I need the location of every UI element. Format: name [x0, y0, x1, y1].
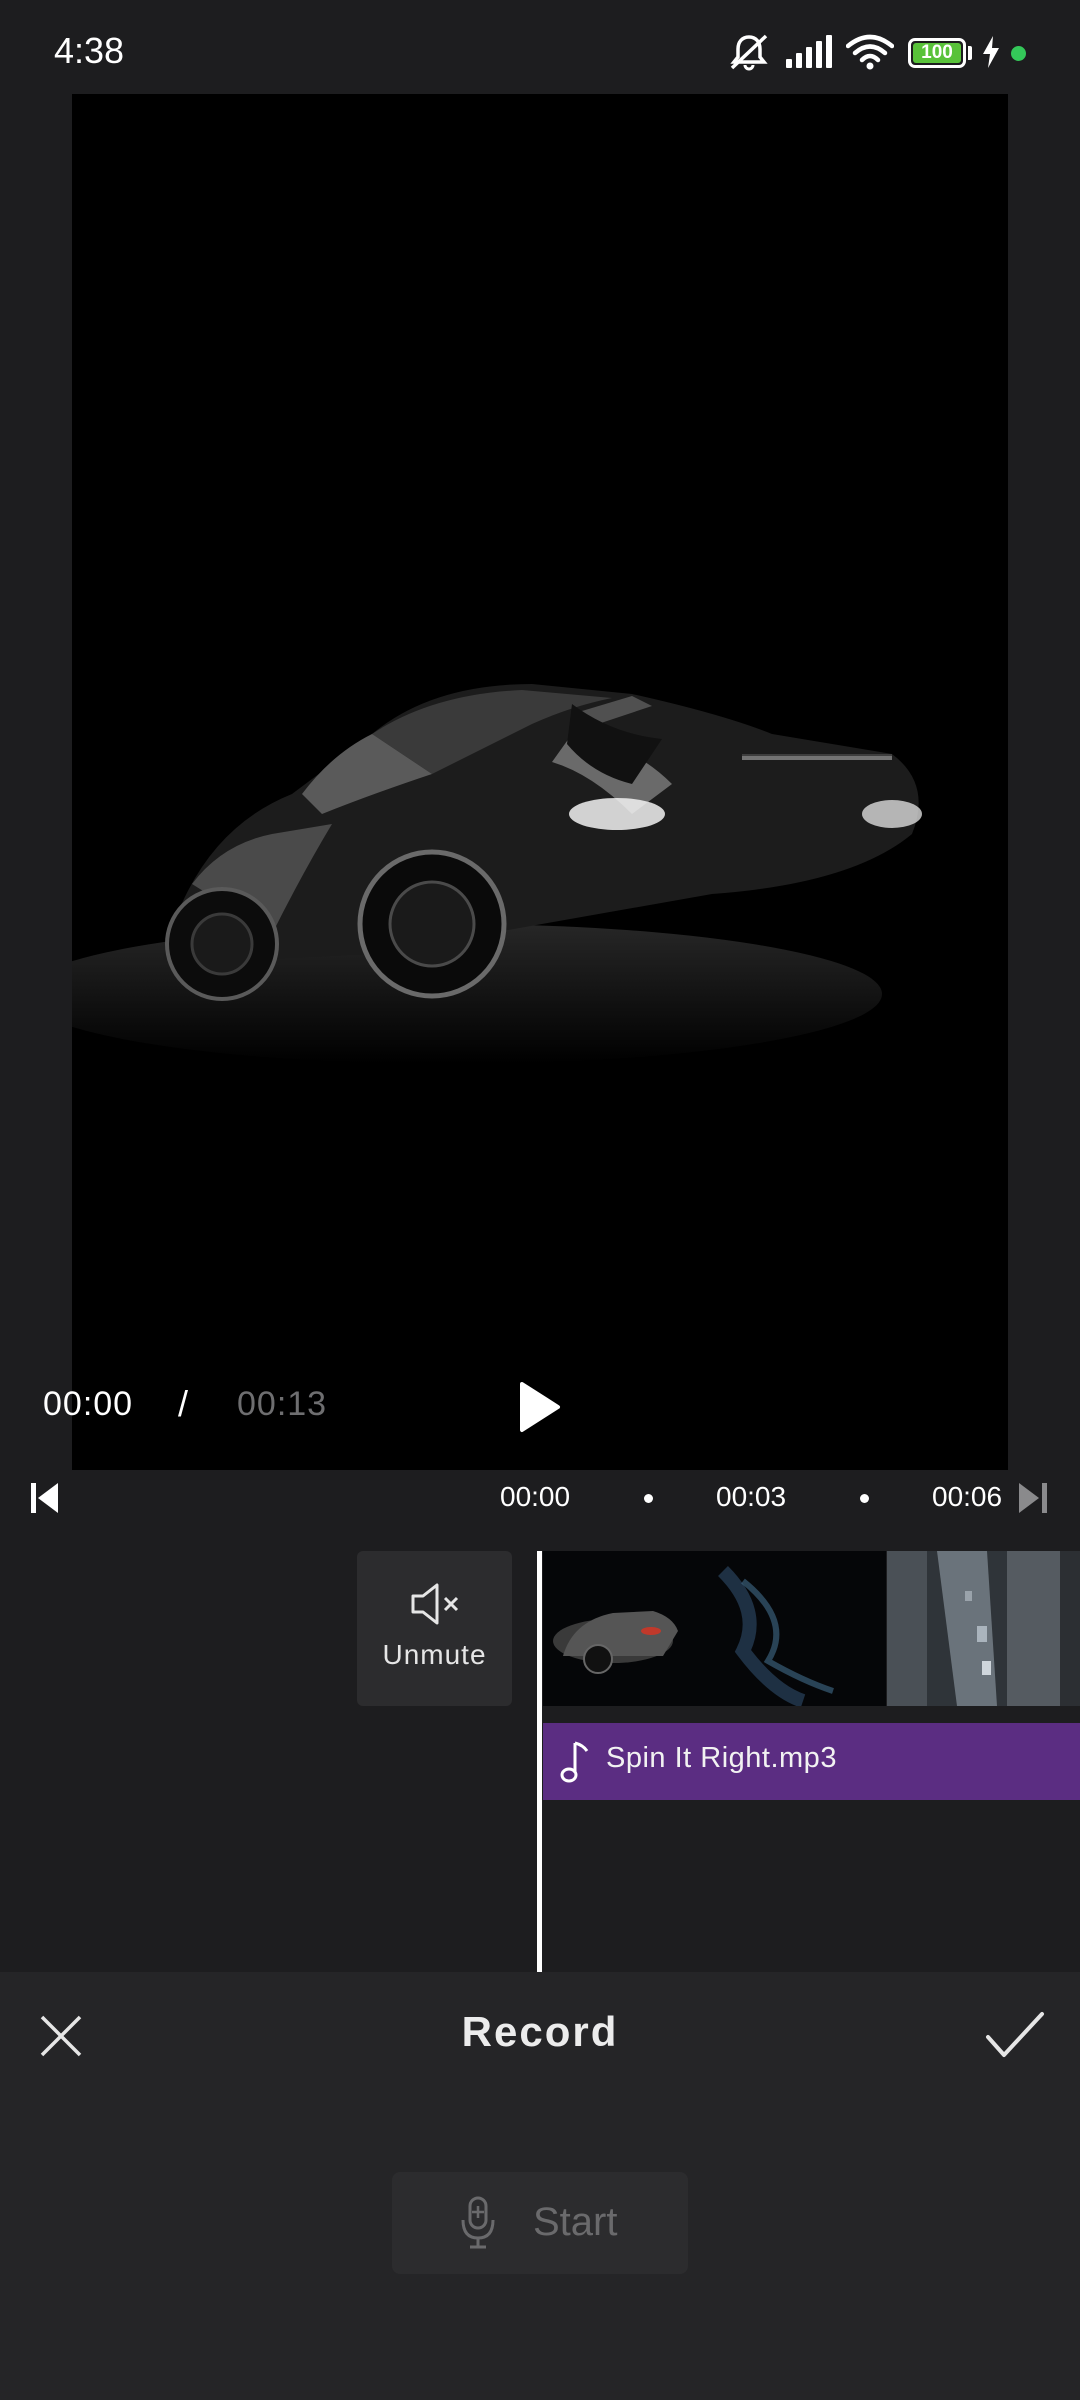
tick-label: 00:00 [500, 1481, 571, 1512]
skip-start-icon [31, 1483, 58, 1513]
skip-to-end-button[interactable] [1016, 1480, 1050, 1516]
video-clip-edge [1060, 1551, 1080, 1706]
battery-nub [968, 46, 972, 60]
dot-icon [1011, 46, 1026, 61]
checkmark-icon [986, 2012, 1044, 2057]
video-preview[interactable] [72, 94, 1008, 1470]
confirm-button[interactable] [984, 2010, 1046, 2060]
play-icon [520, 1382, 560, 1432]
tick-dot [860, 1494, 869, 1503]
video-clip-thumbnail[interactable] [887, 1551, 1060, 1706]
battery-level: 100 [921, 42, 953, 63]
audio-track-name: Spin It Right.mp3 [606, 1742, 837, 1774]
wifi-icon [845, 30, 895, 74]
tick-label: 00:06 [932, 1481, 1003, 1512]
current-time: 00:00 [43, 1385, 134, 1423]
panel-title: Record [461, 2008, 619, 2055]
music-note-icon [560, 1741, 589, 1783]
video-clip-thumbnail[interactable] [543, 1551, 886, 1706]
start-label: Start [533, 2200, 618, 2244]
status-time: 4:38 [54, 30, 125, 71]
charging-icon [980, 30, 1002, 74]
battery-icon: 100 [908, 38, 966, 68]
tick-dot [644, 1494, 653, 1503]
time-separator: / [178, 1383, 189, 1424]
speaker-muted-icon [411, 1583, 459, 1625]
mute-icon [725, 30, 773, 74]
tick-label: 00:03 [716, 1481, 787, 1512]
signal-icon [785, 30, 835, 74]
total-time: 00:13 [237, 1385, 328, 1423]
playhead[interactable] [537, 1551, 542, 1972]
start-recording-button[interactable]: Start [392, 2172, 688, 2274]
microphone-icon [461, 2196, 495, 2249]
unmute-button[interactable]: Unmute [357, 1551, 512, 1706]
play-button[interactable] [510, 1380, 570, 1434]
unmute-label: Unmute [382, 1639, 487, 1670]
skip-to-start-button[interactable] [28, 1480, 64, 1516]
audio-track[interactable]: Spin It Right.mp3 [543, 1723, 1080, 1800]
skip-end-icon [1019, 1483, 1047, 1513]
